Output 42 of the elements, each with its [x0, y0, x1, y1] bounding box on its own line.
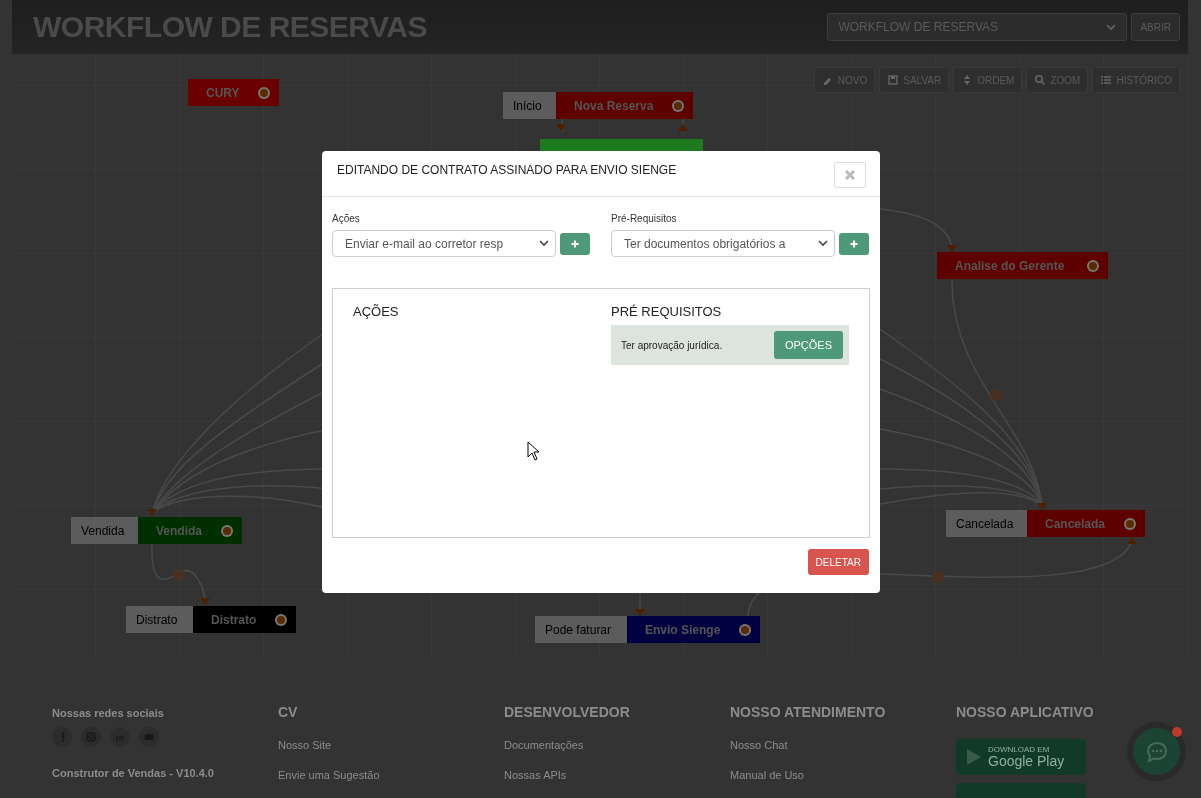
- node-label: Cancelada: [946, 510, 1027, 537]
- options-button[interactable]: OPÇÕES: [773, 331, 843, 359]
- workflow-node[interactable]: Distrato: [193, 606, 296, 633]
- node-label: Início: [503, 92, 556, 119]
- node-title: Analise do Gerente: [955, 258, 1065, 273]
- modal-title: EDITANDO DE CONTRATO ASSINADO PARA ENVIO SIENGE: [337, 162, 677, 177]
- footer-link[interactable]: Documentações: [504, 739, 730, 751]
- node-label: Vendida: [71, 517, 138, 544]
- workflow-node[interactable]: Nova Reserva: [556, 92, 693, 119]
- field-label: Pré-Requisitos: [611, 213, 678, 224]
- footer-heading: CV: [278, 703, 299, 720]
- node-label: Distrato: [126, 606, 193, 633]
- requirement-text: Ter aprovação jurídica.: [621, 339, 723, 351]
- workflow-node[interactable]: Analise do Gerente: [937, 252, 1108, 279]
- footer-link[interactable]: Envie uma Sugestão: [278, 769, 504, 781]
- footer-link[interactable]: Nossas APIs: [504, 769, 730, 781]
- workflow-node[interactable]: CURY: [188, 79, 279, 106]
- delete-button[interactable]: DELETAR: [807, 549, 869, 575]
- column-heading: AÇÕES: [353, 304, 400, 319]
- node-title: Nova Reserva: [574, 98, 654, 113]
- node-title: CURY: [206, 85, 240, 100]
- workflow-node[interactable]: Vendida: [138, 517, 242, 544]
- node-title: Envio Sienge: [645, 622, 721, 637]
- footer-link[interactable]: Nosso Site: [278, 739, 504, 751]
- node-label: Pode faturar: [535, 616, 627, 643]
- column-heading: PRÉ REQUISITOS: [611, 304, 723, 319]
- footer-link[interactable]: Nosso Chat: [730, 739, 956, 751]
- dropdown-field[interactable]: Enviar e-mail ao corretor resp: [332, 230, 556, 257]
- version-text: Construtor de Vendas - V10.4.0: [52, 767, 215, 779]
- workflow-node[interactable]: Cancelada: [1027, 510, 1145, 537]
- node-title: Distrato: [211, 612, 257, 627]
- footer-link[interactable]: Manual de Uso: [730, 769, 956, 781]
- node-title: Cancelada: [1045, 516, 1106, 531]
- footer-heading: DESENVOLVEDOR: [504, 703, 631, 720]
- footer-heading: NOSSO ATENDIMENTO: [730, 703, 887, 720]
- workflow-node[interactable]: Envio Sienge: [627, 616, 760, 643]
- google-play-badge[interactable]: DOWNLOAD EM Google Play: [956, 739, 1086, 775]
- node-title: Vendida: [156, 523, 202, 538]
- footer-heading: Nossas redes sociais: [52, 707, 165, 719]
- field-label: Ações: [332, 213, 361, 224]
- dropdown-field[interactable]: Ter documentos obrigatórios a: [611, 230, 835, 257]
- footer-heading: NOSSO APLICATIVO: [956, 703, 1095, 720]
